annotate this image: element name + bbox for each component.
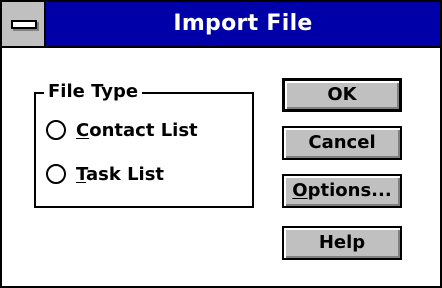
options-button[interactable]: Options...	[282, 174, 402, 208]
dialog-title: Import File	[173, 11, 313, 36]
ok-button[interactable]: OK	[282, 78, 402, 112]
contact-list-radio[interactable]: Contact List	[46, 116, 198, 144]
radio-circle-icon[interactable]	[46, 164, 66, 184]
radio-circle-icon[interactable]	[46, 120, 66, 140]
file-type-groupbox: File Type Contact List Task List	[34, 80, 254, 208]
file-type-group-label: File Type	[44, 80, 143, 104]
import-file-dialog: Import File File Type Contact List Task …	[0, 0, 442, 288]
system-menu-icon	[11, 20, 37, 29]
dialog-client-area: File Type Contact List Task List OK Canc…	[2, 48, 440, 286]
contact-list-label: Contact List	[76, 119, 198, 141]
title-bar[interactable]: Import File	[2, 2, 440, 46]
task-list-label: Task List	[76, 163, 165, 185]
cancel-button[interactable]: Cancel	[282, 126, 402, 160]
task-list-radio[interactable]: Task List	[46, 160, 164, 188]
help-button[interactable]: Help	[282, 226, 402, 260]
system-menu-button[interactable]	[2, 2, 46, 46]
